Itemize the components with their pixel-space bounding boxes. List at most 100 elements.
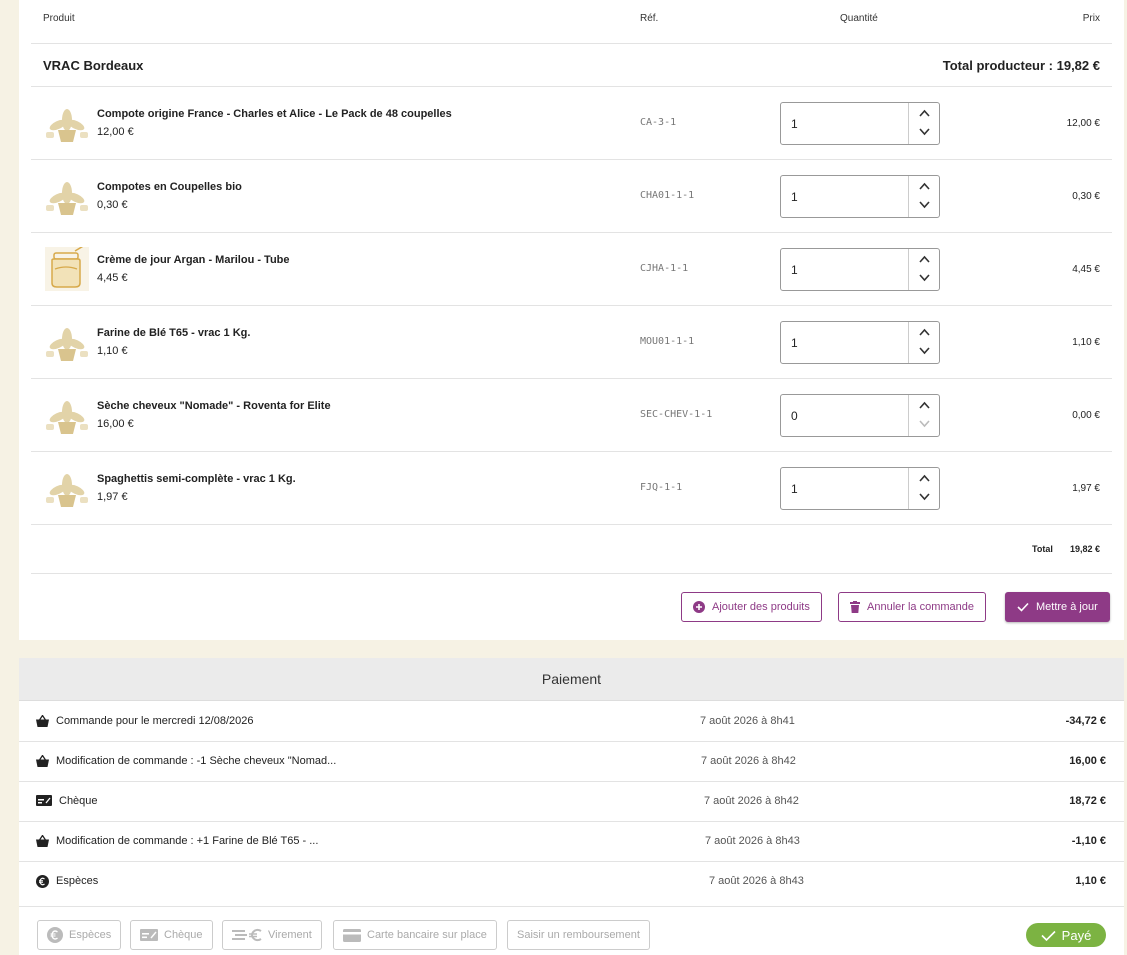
chevron-up-icon[interactable] (909, 177, 940, 197)
chevron-down-icon[interactable] (909, 196, 940, 216)
payment-date: 7 août 2026 à 8h42 (704, 795, 799, 807)
update-button[interactable]: Mettre à jour (1005, 592, 1110, 622)
payment-label: Chèque (59, 795, 98, 807)
product-unit-price: 0,30 € (97, 199, 128, 211)
check-icon (1017, 602, 1029, 612)
quantity-stepper[interactable]: 1 (780, 102, 940, 145)
payment-date: 7 août 2026 à 8h41 (700, 715, 795, 727)
payment-entry: Espèces 7 août 2026 à 8h43 1,10 € (19, 862, 1124, 907)
pay-cheque-label: Chèque (164, 929, 203, 941)
payment-entry: Chèque 7 août 2026 à 8h42 18,72 € (19, 782, 1124, 822)
chevron-down-icon (909, 415, 940, 435)
trash-icon (850, 601, 860, 613)
product-name[interactable]: Compotes en Coupelles bio (97, 181, 242, 193)
product-unit-price: 1,10 € (97, 345, 128, 357)
divider (31, 573, 1112, 574)
quantity-value[interactable]: 1 (791, 482, 798, 496)
quantity-stepper[interactable]: 1 (780, 248, 940, 291)
product-ref: MOU01-1-1 (640, 336, 695, 347)
chevron-up-icon[interactable] (909, 323, 940, 343)
product-ref: FJQ-1-1 (640, 482, 683, 493)
plant-pot-icon (45, 101, 89, 145)
header-ref: Réf. (640, 13, 659, 24)
pay-cheque-button[interactable]: Chèque (130, 920, 213, 950)
cheque-icon (36, 795, 52, 806)
transfer-icon (232, 928, 262, 942)
product-ref: SEC-CHEV-1-1 (640, 409, 713, 420)
payment-amount: -1,10 € (1071, 835, 1106, 847)
pay-cash-label: Espèces (69, 929, 112, 941)
product-row: Crème de jour Argan - Marilou - Tube 4,4… (31, 233, 1112, 306)
payment-amount: 1,10 € (1075, 875, 1106, 887)
check-icon (1041, 930, 1056, 941)
payment-date: 7 août 2026 à 8h42 (701, 755, 796, 767)
pay-card-button[interactable]: Carte bancaire sur place (333, 920, 497, 950)
product-name[interactable]: Crème de jour Argan - Marilou - Tube (97, 254, 290, 266)
plant-pot-icon (45, 393, 89, 437)
product-row: Compote origine France - Charles et Alic… (31, 87, 1112, 160)
basket-icon (36, 715, 49, 727)
product-name[interactable]: Compote origine France - Charles et Alic… (97, 108, 452, 120)
producer-name: VRAC Bordeaux (43, 58, 144, 73)
payment-label: Espèces (56, 875, 99, 887)
payment-card: Paiement Commande pour le mercredi 12/08… (19, 658, 1124, 955)
chevron-down-icon[interactable] (909, 269, 940, 289)
divider (31, 43, 1112, 44)
pay-transfer-button[interactable]: Virement (222, 920, 322, 950)
credit-card-icon (343, 928, 361, 942)
add-products-label: Ajouter des produits (712, 601, 810, 613)
quantity-value[interactable]: 1 (791, 190, 798, 204)
plus-circle-icon (693, 601, 705, 613)
chevron-down-icon[interactable] (909, 488, 940, 508)
product-ref: CHA01-1-1 (640, 190, 695, 201)
product-name[interactable]: Spaghettis semi-complète - vrac 1 Kg. (97, 473, 296, 485)
product-row: Compotes en Coupelles bio 0,30 € CHA01-1… (31, 160, 1112, 233)
cancel-order-button[interactable]: Annuler la commande (838, 592, 987, 622)
line-price: 0,30 € (1072, 191, 1100, 202)
payment-title: Paiement (541, 671, 602, 687)
header-price: Prix (1082, 13, 1100, 24)
cheque-icon (140, 929, 158, 941)
refund-label: Saisir un remboursement (517, 929, 640, 941)
pay-cash-button[interactable]: Espèces (37, 920, 122, 950)
quantity-stepper[interactable]: 1 (780, 467, 940, 510)
product-ref: CA-3-1 (640, 117, 677, 128)
pay-card-label: Carte bancaire sur place (367, 929, 487, 941)
chevron-down-icon[interactable] (909, 342, 940, 362)
refund-button[interactable]: Saisir un remboursement (507, 920, 650, 950)
product-row: Farine de Blé T65 - vrac 1 Kg. 1,10 € MO… (31, 306, 1112, 379)
chevron-up-icon[interactable] (909, 469, 940, 489)
quantity-value[interactable]: 0 (791, 409, 798, 423)
chevron-up-icon[interactable] (909, 250, 940, 270)
line-price: 4,45 € (1072, 264, 1100, 275)
plant-pot-icon (45, 174, 89, 218)
product-unit-price: 12,00 € (97, 126, 134, 138)
pay-transfer-label: Virement (268, 929, 312, 941)
update-label: Mettre à jour (1036, 601, 1098, 613)
paid-status-badge: Payé (1026, 923, 1106, 947)
payment-label: Modification de commande : +1 Farine de … (56, 835, 319, 847)
chevron-down-icon[interactable] (909, 123, 940, 143)
payment-amount: 16,00 € (1069, 755, 1106, 767)
product-name[interactable]: Sèche cheveux "Nomade" - Roventa for Eli… (97, 400, 331, 412)
quantity-stepper[interactable]: 1 (780, 321, 940, 364)
quantity-stepper[interactable]: 0 (780, 394, 940, 437)
quantity-value[interactable]: 1 (791, 336, 798, 350)
add-products-button[interactable]: Ajouter des produits (681, 592, 822, 622)
basket-icon (36, 835, 49, 847)
quantity-stepper[interactable]: 1 (780, 175, 940, 218)
product-unit-price: 1,97 € (97, 491, 128, 503)
line-price: 1,97 € (1072, 483, 1100, 494)
order-total-label: Total (1032, 544, 1053, 554)
product-name[interactable]: Farine de Blé T65 - vrac 1 Kg. (97, 327, 250, 339)
payment-entry: Commande pour le mercredi 12/08/2026 7 a… (19, 702, 1124, 742)
chevron-up-icon[interactable] (909, 396, 940, 416)
order-total-value: 19,82 € (1069, 544, 1100, 554)
quantity-value[interactable]: 1 (791, 117, 798, 131)
header-quantity: Quantité (840, 13, 878, 24)
payment-label: Commande pour le mercredi 12/08/2026 (56, 715, 254, 727)
quantity-value[interactable]: 1 (791, 263, 798, 277)
chevron-up-icon[interactable] (909, 104, 940, 124)
euro-coin-icon (47, 927, 63, 943)
product-row: Sèche cheveux "Nomade" - Roventa for Eli… (31, 379, 1112, 452)
